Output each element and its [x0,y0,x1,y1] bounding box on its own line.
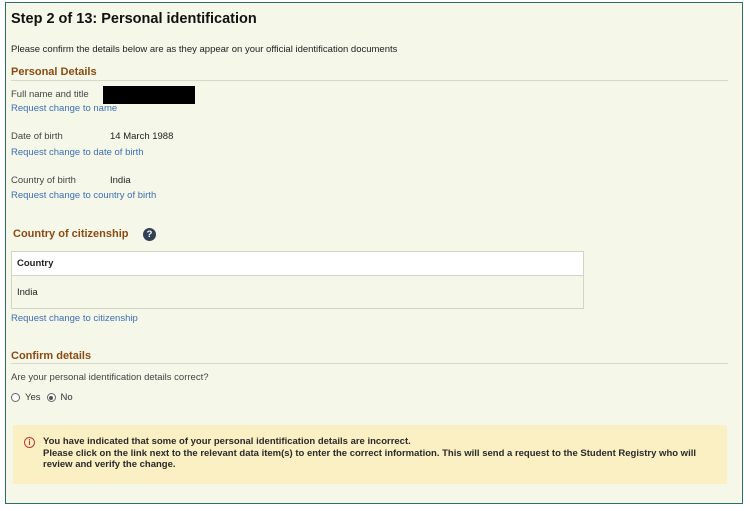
country-of-birth-label: Country of birth [11,175,76,186]
date-of-birth-value: 14 March 1988 [110,131,174,142]
no-label: No [60,392,73,403]
question-circle-icon[interactable]: ? [143,228,156,241]
table-row: India [17,286,38,298]
alert-line: review and verify the change. [43,459,176,470]
citizenship-table: Country India [11,251,584,309]
no-option[interactable]: No [46,392,73,403]
confirm-radio-group: Yes No [11,392,79,403]
warning-alert: i You have indicated that some of your p… [13,425,727,484]
request-change-country-of-birth-link[interactable]: Request change to country of birth [11,190,156,201]
yes-option[interactable]: Yes [11,392,41,403]
country-of-birth-value: India [110,175,131,186]
full-name-label: Full name and title [11,89,89,100]
form-panel: Step 2 of 13: Personal identification Pl… [5,2,743,504]
request-change-dob-link[interactable]: Request change to date of birth [11,147,144,158]
citizenship-heading: Country of citizenship [13,228,129,240]
confirm-question: Are your personal identification details… [11,372,209,383]
table-header-country: Country [12,252,583,276]
personal-details-heading: Personal Details [11,66,97,78]
alert-line: Please click on the link next to the rel… [43,447,696,459]
alert-line: You have indicated that some of your per… [43,436,411,447]
yes-label: Yes [25,392,41,403]
confirm-details-heading: Confirm details [11,350,92,362]
intro-text: Please confirm the details below are as … [11,44,398,55]
page-title: Step 2 of 13: Personal identification [11,11,257,27]
yes-radio[interactable] [11,393,20,402]
no-radio[interactable] [46,393,56,402]
divider [11,363,728,364]
divider [11,80,728,81]
request-change-citizenship-link[interactable]: Request change to citizenship [11,313,138,324]
alert-message: You have indicated that some of your per… [43,436,713,471]
request-change-name-link[interactable]: Request change to name [11,103,117,114]
redacted-full-name [103,86,195,104]
date-of-birth-label: Date of birth [11,131,63,142]
info-circle-icon: i [24,437,35,448]
